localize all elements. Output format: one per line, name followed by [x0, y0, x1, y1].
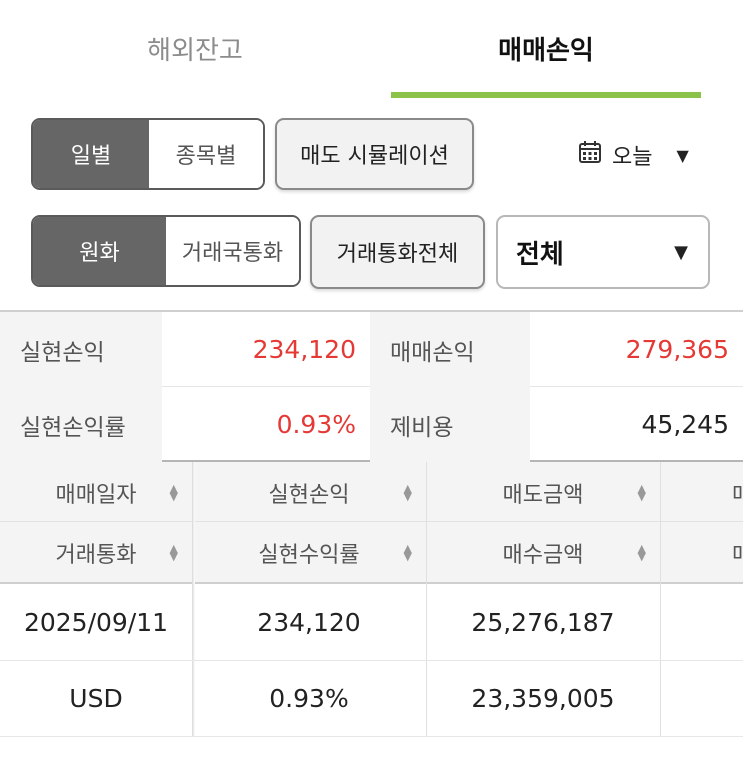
summary-row: 실현손익 234,120 매매손익 279,365 [0, 312, 743, 387]
date-filter[interactable]: 오늘 ▼ [578, 135, 689, 175]
header-truncated[interactable]: 매 [660, 522, 743, 583]
header-truncated[interactable]: 매 [660, 462, 743, 523]
header-realized-rate[interactable]: 실현수익률 ▲ ▼ [192, 522, 426, 583]
period-toggle: 일별 종목별 [31, 118, 265, 190]
sort-icon: ▲ ▼ [403, 541, 412, 563]
realized-pl-value: 234,120 [252, 335, 356, 364]
header-realized-pl[interactable]: 실현손익 ▲ ▼ [192, 462, 426, 523]
header-sell-amount[interactable]: 매도금액 ▲ ▼ [426, 462, 660, 523]
fees-label: 제비용 [370, 387, 530, 462]
period-option-daily[interactable]: 일별 [33, 120, 149, 188]
active-tab-indicator [391, 92, 701, 98]
market-select[interactable]: 전체 ▼ [496, 215, 710, 289]
header-trade-currency[interactable]: 거래통화 ▲ ▼ [0, 522, 192, 583]
cell-sell-amount: 25,276,187 [471, 607, 615, 637]
sort-icon: ▲ ▼ [637, 541, 646, 563]
fees-value: 45,245 [641, 410, 729, 439]
sort-icon: ▲ ▼ [169, 481, 178, 503]
currency-option-trade-currency[interactable]: 거래국통화 [166, 217, 299, 285]
header-label: 실현손익 [268, 482, 350, 508]
sort-icon: ▲ ▼ [403, 481, 412, 503]
header-buy-amount[interactable]: 매수금액 ▲ ▼ [426, 522, 660, 583]
sort-icon: ▲ ▼ [169, 541, 178, 563]
row-divider [0, 736, 743, 737]
all-trade-currencies-button[interactable]: 거래통화전체 [310, 215, 485, 289]
tab-trade-profit-loss[interactable]: 매매손익 [391, 30, 701, 70]
date-filter-label: 오늘 [612, 145, 653, 170]
cell-realized-pl: 234,120 [257, 607, 361, 637]
sort-icon: ▲ ▼ [637, 481, 646, 503]
period-option-by-stock[interactable]: 종목별 [149, 120, 263, 188]
market-select-value: 전체 [516, 239, 564, 270]
header-label: 매수금액 [502, 542, 584, 568]
currency-option-krw[interactable]: 원화 [33, 217, 166, 285]
trade-pl-label: 매매손익 [370, 312, 530, 387]
header-label: 매 [732, 482, 743, 508]
cell-realized-rate: 0.93% [269, 683, 349, 713]
tab-overseas-balance[interactable]: 해외잔고 [70, 30, 320, 70]
caret-down-icon: ▼ [676, 145, 689, 165]
header-label: 매 [732, 542, 743, 568]
header-label: 거래통화 [55, 542, 137, 568]
column-divider [660, 462, 661, 737]
header-label: 매매일자 [55, 482, 137, 508]
realized-rate-label: 실현손익률 [0, 387, 162, 462]
caret-down-icon: ▼ [674, 241, 688, 263]
cell-trade-date: 2025/09/11 [23, 607, 169, 637]
top-tabs: 해외잔고 매매손익 [0, 0, 743, 98]
realized-pl-label: 실현손익 [0, 312, 162, 387]
cell-buy-amount: 23,359,005 [471, 683, 615, 713]
currency-toggle: 원화 거래국통화 [31, 215, 301, 287]
summary-panel: 실현손익 234,120 매매손익 279,365 실현손익률 0.93% 제비… [0, 310, 743, 462]
sell-simulation-button[interactable]: 매도 시뮬레이션 [275, 118, 474, 190]
realized-rate-value: 0.93% [276, 410, 356, 439]
header-label: 매도금액 [502, 482, 584, 508]
calendar-icon [578, 140, 602, 170]
cell-trade-currency: USD [69, 683, 123, 713]
summary-row: 실현손익률 0.93% 제비용 45,245 [0, 387, 743, 462]
trade-pl-value: 279,365 [625, 335, 729, 364]
header-label: 실현수익률 [258, 542, 360, 568]
header-trade-date[interactable]: 매매일자 ▲ ▼ [0, 462, 192, 523]
